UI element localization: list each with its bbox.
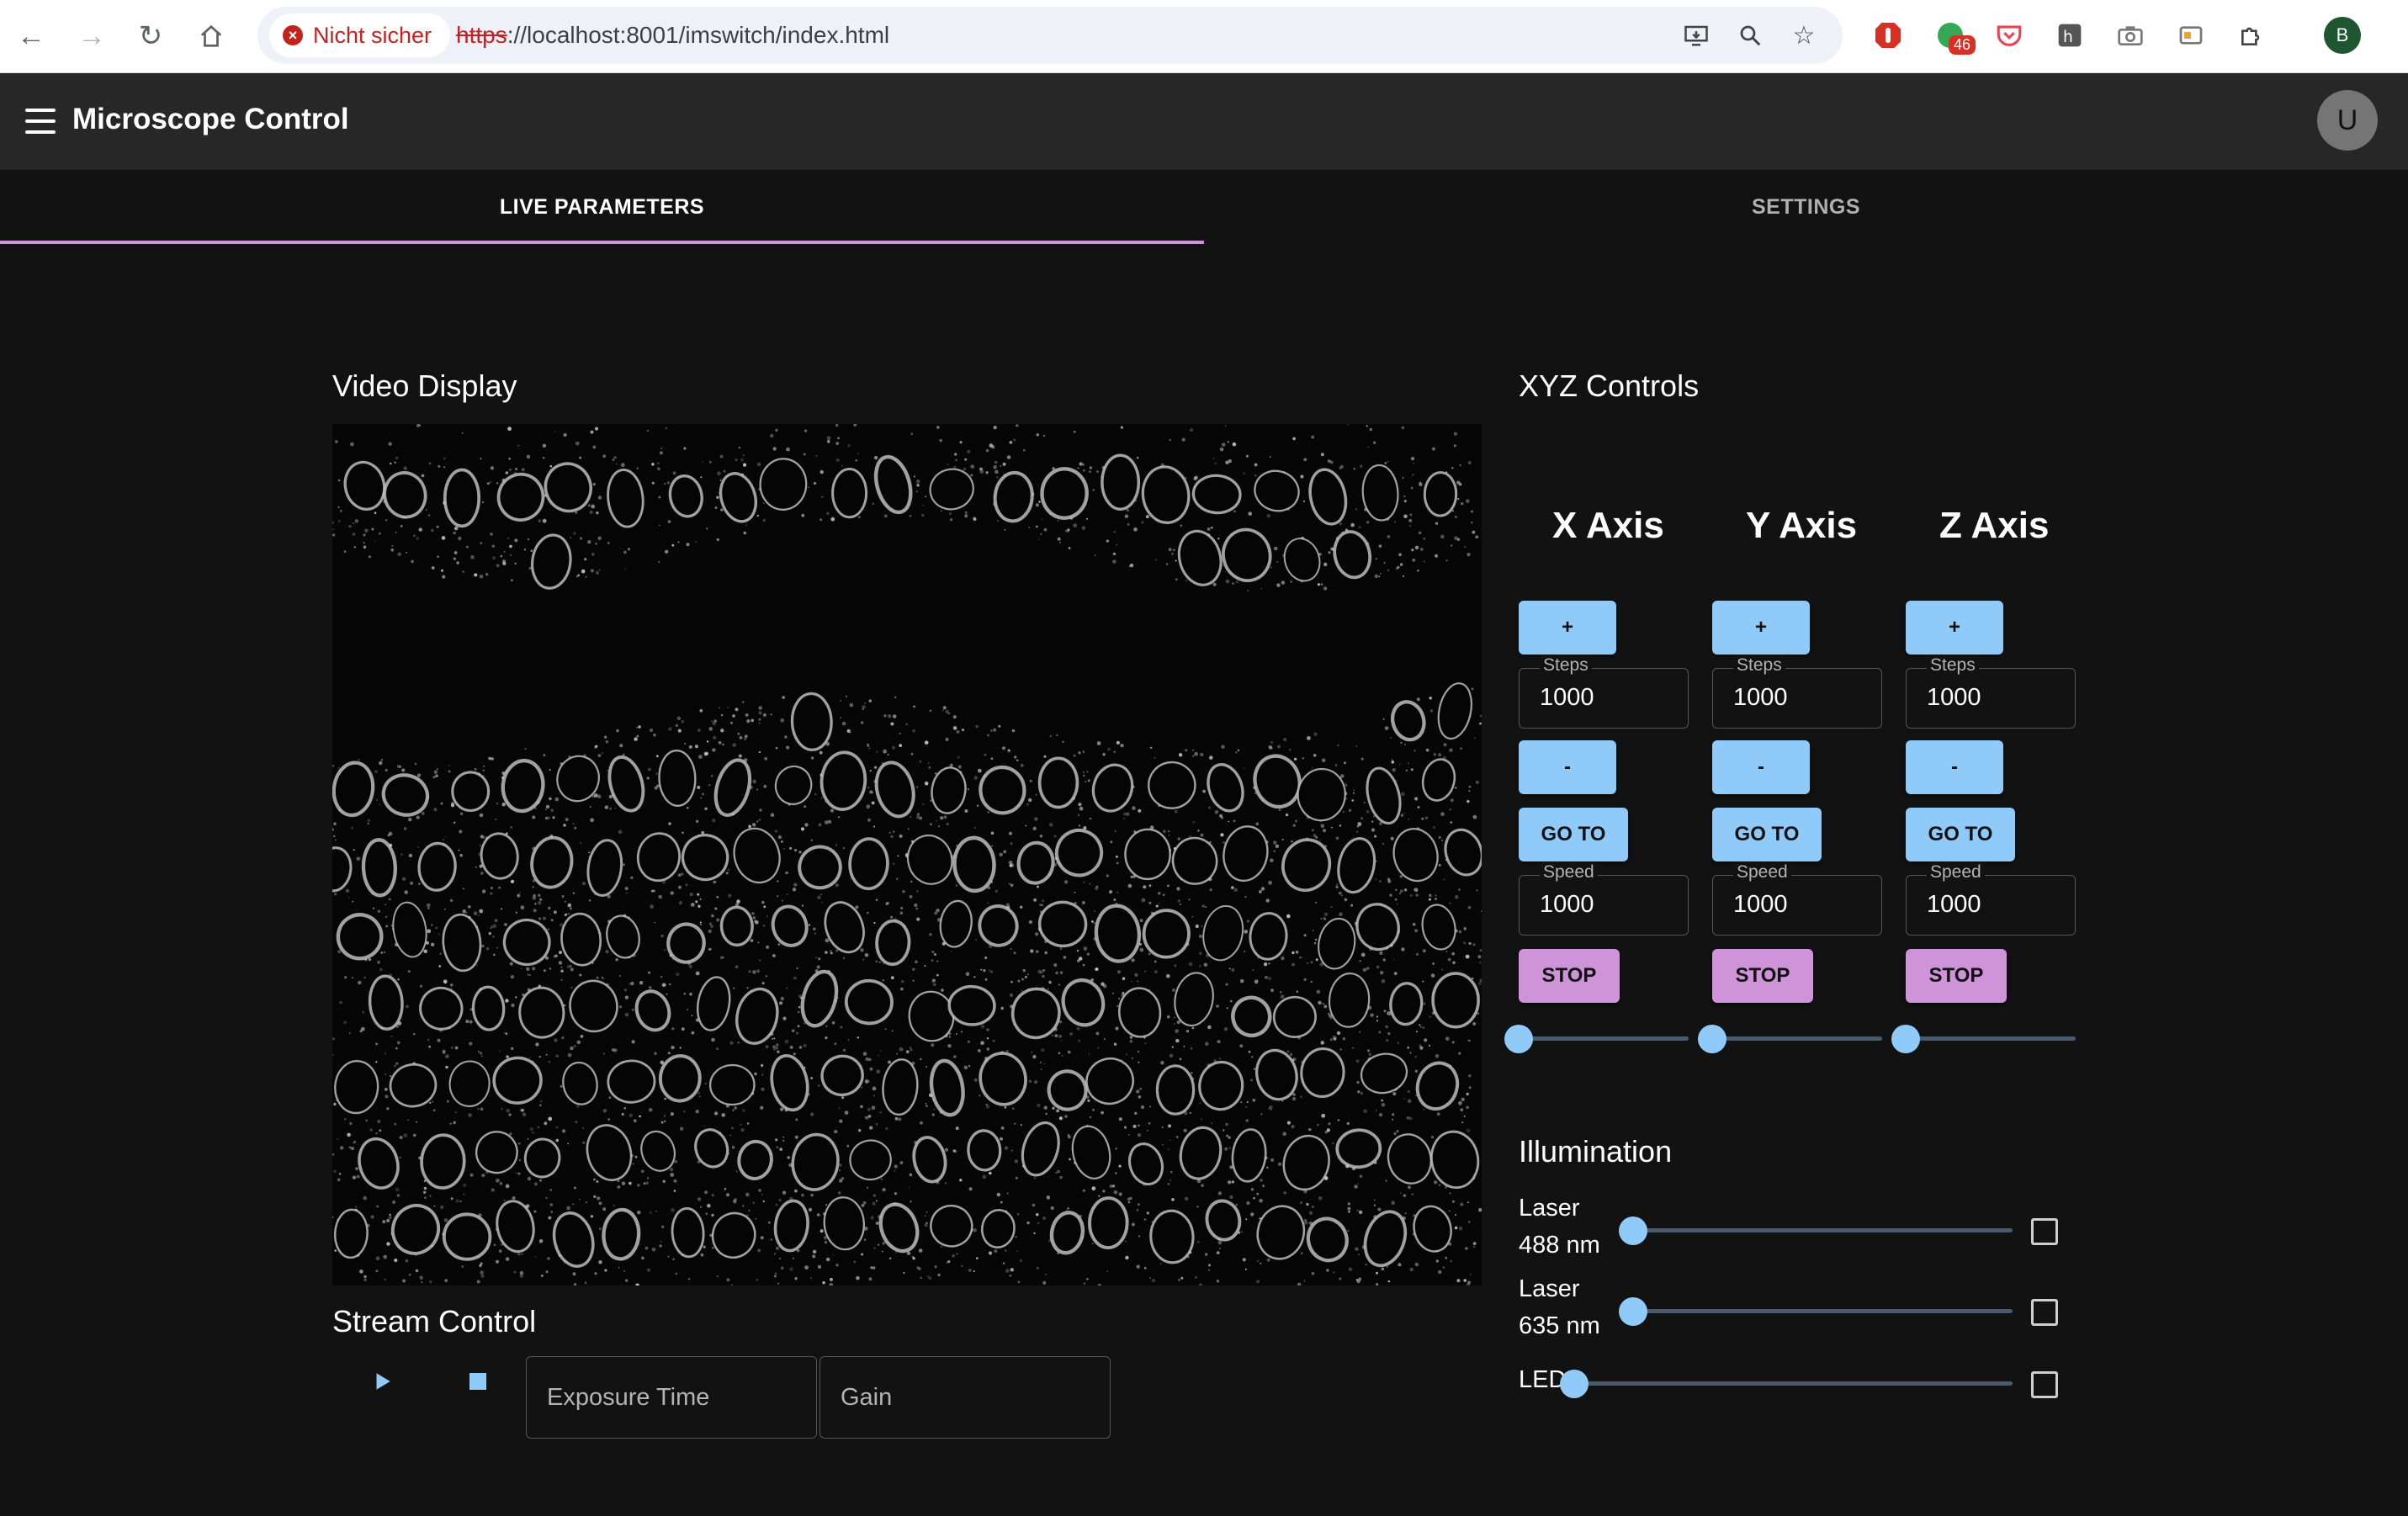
- laser-635-label: Laser 635 nm: [1519, 1275, 1600, 1339]
- reload-icon[interactable]: ↻: [130, 15, 172, 57]
- y-axis-title: Y Axis: [1746, 505, 1858, 546]
- camera-icon[interactable]: [2112, 17, 2149, 54]
- extension-badge-icon[interactable]: 46: [1932, 17, 1976, 55]
- exposure-time-input[interactable]: Exposure Time: [526, 1356, 817, 1439]
- led-slider-track[interactable]: [1573, 1381, 2013, 1386]
- laser-488-slider-track[interactable]: [1632, 1228, 2013, 1232]
- address-bar[interactable]: × Nicht sicher https://localhost:8001/im…: [257, 7, 1843, 64]
- tab-indicator: [0, 241, 1204, 244]
- y-speed-field[interactable]: Speed 1000: [1712, 862, 1882, 936]
- z-speed-field[interactable]: Speed 1000: [1906, 862, 2076, 936]
- y-plus-button[interactable]: +: [1712, 601, 1810, 655]
- hypothesis-icon[interactable]: h: [2051, 17, 2088, 54]
- play-button[interactable]: [362, 1361, 402, 1402]
- security-chip[interactable]: × Nicht sicher: [269, 13, 451, 57]
- browser-toolbar: ← → ↻ × Nicht sicher https://localhost:8…: [0, 0, 2408, 73]
- back-icon[interactable]: ←: [10, 15, 52, 57]
- security-label: Nicht sicher: [313, 22, 432, 48]
- laser-488-checkbox[interactable]: [2031, 1218, 2058, 1245]
- led-checkbox[interactable]: [2031, 1371, 2058, 1398]
- z-plus-button[interactable]: +: [1906, 601, 2003, 655]
- x-axis-title: X Axis: [1552, 505, 1664, 546]
- browser-profile-avatar[interactable]: B: [2324, 17, 2361, 54]
- x-speed-field[interactable]: Speed 1000: [1519, 862, 1689, 936]
- tab-settings[interactable]: SETTINGS: [1204, 170, 2408, 244]
- zoom-icon[interactable]: [1730, 15, 1770, 56]
- xyz-controls-heading: XYZ Controls: [1519, 368, 1700, 403]
- x-goto-button[interactable]: GO TO: [1519, 808, 1628, 861]
- bookmark-star-icon[interactable]: ☆: [1784, 15, 1824, 56]
- app-title: Microscope Control: [72, 103, 349, 135]
- laser-635-slider-track[interactable]: [1632, 1309, 2013, 1313]
- stop-stream-button[interactable]: [458, 1361, 498, 1402]
- stream-control-heading: Stream Control: [332, 1304, 537, 1338]
- warning-icon: ×: [283, 25, 303, 45]
- z-steps-field[interactable]: Steps 1000: [1906, 655, 2076, 729]
- gain-placeholder: Gain: [841, 1383, 893, 1411]
- url-text[interactable]: https://localhost:8001/imswitch/index.ht…: [456, 7, 889, 64]
- x-minus-button[interactable]: -: [1519, 740, 1616, 794]
- gain-input[interactable]: Gain: [819, 1356, 1111, 1439]
- video-stream: [332, 424, 1482, 1285]
- cast-icon[interactable]: [2172, 17, 2209, 54]
- z-slider-thumb[interactable]: [1891, 1025, 1920, 1053]
- y-goto-button[interactable]: GO TO: [1712, 808, 1822, 861]
- led-label: LED: [1519, 1366, 1567, 1393]
- laser-635-slider-thumb[interactable]: [1619, 1297, 1647, 1326]
- x-steps-field[interactable]: Steps 1000: [1519, 655, 1689, 729]
- adblock-icon[interactable]: [1870, 17, 1907, 54]
- exposure-time-placeholder: Exposure Time: [547, 1383, 710, 1411]
- laser-488-label: Laser 488 nm: [1519, 1195, 1600, 1259]
- illumination-heading: Illumination: [1519, 1134, 1673, 1169]
- home-icon[interactable]: [190, 15, 232, 57]
- z-axis-title: Z Axis: [1939, 505, 2050, 546]
- z-minus-button[interactable]: -: [1906, 740, 2003, 794]
- x-slider-track[interactable]: [1519, 1036, 1689, 1041]
- video-display-heading: Video Display: [332, 368, 517, 403]
- y-stop-button[interactable]: STOP: [1712, 949, 1813, 1003]
- play-icon: [376, 1373, 390, 1390]
- install-app-icon[interactable]: [1676, 15, 1716, 56]
- forward-icon[interactable]: →: [71, 15, 113, 57]
- menu-icon[interactable]: [25, 109, 56, 134]
- laser-488-slider-thumb[interactable]: [1619, 1217, 1647, 1245]
- stop-icon: [469, 1373, 486, 1390]
- z-slider-track[interactable]: [1906, 1036, 2076, 1041]
- user-avatar[interactable]: U: [2317, 90, 2378, 151]
- extensions-puzzle-icon[interactable]: [2233, 17, 2270, 54]
- led-slider-thumb[interactable]: [1560, 1370, 1589, 1398]
- y-slider-thumb[interactable]: [1698, 1025, 1726, 1053]
- z-goto-button[interactable]: GO TO: [1906, 808, 2015, 861]
- app-bar: Microscope Control U: [0, 73, 2408, 170]
- pocket-icon[interactable]: [1991, 17, 2028, 54]
- tab-live-parameters[interactable]: LIVE PARAMETERS: [0, 170, 1204, 244]
- y-minus-button[interactable]: -: [1712, 740, 1810, 794]
- tab-bar: LIVE PARAMETERS SETTINGS: [0, 170, 2408, 244]
- x-plus-button[interactable]: +: [1519, 601, 1616, 655]
- svg-text:h: h: [2063, 29, 2073, 46]
- y-slider-track[interactable]: [1712, 1036, 1882, 1041]
- y-steps-field[interactable]: Steps 1000: [1712, 655, 1882, 729]
- laser-635-checkbox[interactable]: [2031, 1299, 2058, 1326]
- z-stop-button[interactable]: STOP: [1906, 949, 2007, 1003]
- x-slider-thumb[interactable]: [1504, 1025, 1533, 1053]
- x-stop-button[interactable]: STOP: [1519, 949, 1620, 1003]
